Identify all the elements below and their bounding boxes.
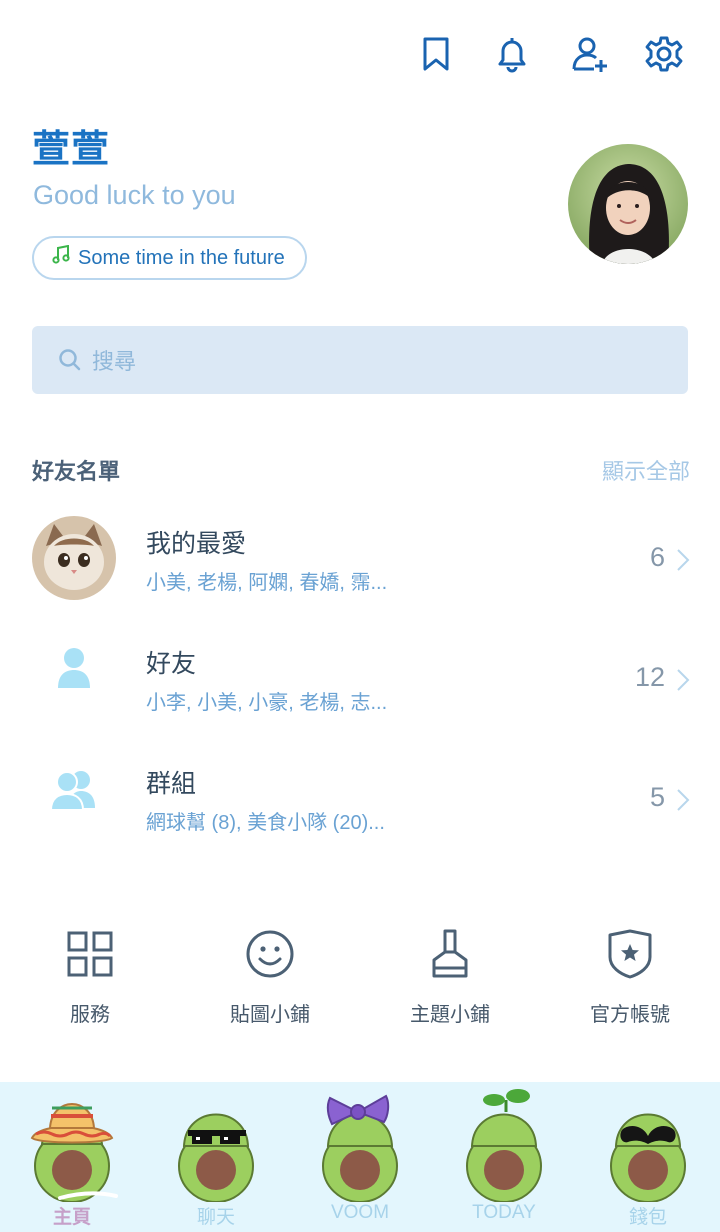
service-button-themes[interactable]: 主題小鋪 <box>360 926 540 1027</box>
row-title: 我的最愛 <box>146 530 247 558</box>
chevron-right-icon <box>677 549 690 571</box>
profile-music-button[interactable]: Some time in the future <box>32 236 307 280</box>
tab-label: 錢包 <box>628 1207 667 1228</box>
service-label: 主題小鋪 <box>410 1004 490 1026</box>
music-title: Some time in the future <box>78 246 285 269</box>
tab-today[interactable]: TODAY <box>432 1082 576 1232</box>
avocado-mustache-icon <box>610 1113 686 1202</box>
search-placeholder: 搜尋 <box>92 349 137 374</box>
row-members: 小美, 老楊, 阿嫻, 春嬌, 霈... <box>146 572 388 594</box>
service-button-stickers[interactable]: 貼圖小鋪 <box>180 926 360 1027</box>
tab-home[interactable]: 主頁 <box>0 1082 144 1232</box>
cat-avatar <box>32 516 116 600</box>
service-label: 貼圖小鋪 <box>230 1004 310 1026</box>
chevron-right-icon <box>677 669 690 691</box>
tab-wallet[interactable]: 錢包 <box>576 1082 720 1232</box>
tab-label: VOOM <box>330 1202 390 1223</box>
service-label: 服務 <box>70 1004 110 1026</box>
tab-label: TODAY <box>472 1202 536 1223</box>
row-count: 12 <box>634 662 665 692</box>
avocado-sunglasses-icon <box>178 1113 254 1202</box>
row-title: 群組 <box>146 770 197 798</box>
smiley-icon <box>180 926 360 982</box>
bell-icon[interactable] <box>490 32 534 76</box>
row-members: 小李, 小美, 小豪, 老楊, 志... <box>146 692 388 714</box>
music-note-icon <box>52 244 70 271</box>
tab-voom[interactable]: VOOM <box>288 1082 432 1232</box>
row-title: 好友 <box>146 650 197 678</box>
add-friend-icon[interactable] <box>568 32 612 76</box>
friends-section-title: 好友名單 <box>32 459 121 484</box>
search-bar[interactable]: 搜尋 <box>32 326 688 394</box>
row-count: 5 <box>649 782 665 812</box>
gear-icon[interactable] <box>642 32 686 76</box>
favorites-row[interactable]: 我的最愛 小美, 老楊, 阿嫻, 春嬌, 霈... 6 <box>0 516 720 616</box>
profile-name[interactable]: 萱萱 <box>32 118 110 173</box>
friends-row[interactable]: 好友 小李, 小美, 小豪, 老楊, 志... 12 <box>0 636 720 736</box>
chevron-right-icon <box>677 789 690 811</box>
person-icon <box>32 626 116 710</box>
avatar[interactable] <box>568 144 688 264</box>
search-icon <box>58 348 82 372</box>
service-button-official-accounts[interactable]: 官方帳號 <box>540 926 720 1027</box>
grid-icon <box>0 926 180 982</box>
row-count: 6 <box>649 542 665 572</box>
avocado-sprout-icon <box>466 1089 542 1202</box>
avocado-sombrero-icon <box>30 1103 118 1202</box>
shield-star-icon <box>540 926 720 982</box>
tab-chats[interactable]: 聊天 <box>144 1082 288 1232</box>
row-members: 網球幫 (8), 美食小隊 (20)... <box>146 812 385 834</box>
bookmark-icon[interactable] <box>414 32 458 76</box>
avocado-bow-icon <box>322 1094 398 1202</box>
tab-label: 主頁 <box>52 1207 91 1228</box>
groups-row[interactable]: 群組 網球幫 (8), 美食小隊 (20)... 5 <box>0 756 720 856</box>
service-button-services[interactable]: 服務 <box>0 926 180 1027</box>
service-label: 官方帳號 <box>590 1004 670 1026</box>
group-icon <box>32 748 116 832</box>
status-message[interactable]: Good luck to you <box>33 180 236 211</box>
bottom-tab-bar: 主頁 聊天 VOOM TODAY 錢包 <box>0 1082 720 1232</box>
brush-icon <box>360 926 540 982</box>
show-all-link[interactable]: 顯示全部 <box>602 454 690 486</box>
tab-label: 聊天 <box>196 1207 235 1228</box>
